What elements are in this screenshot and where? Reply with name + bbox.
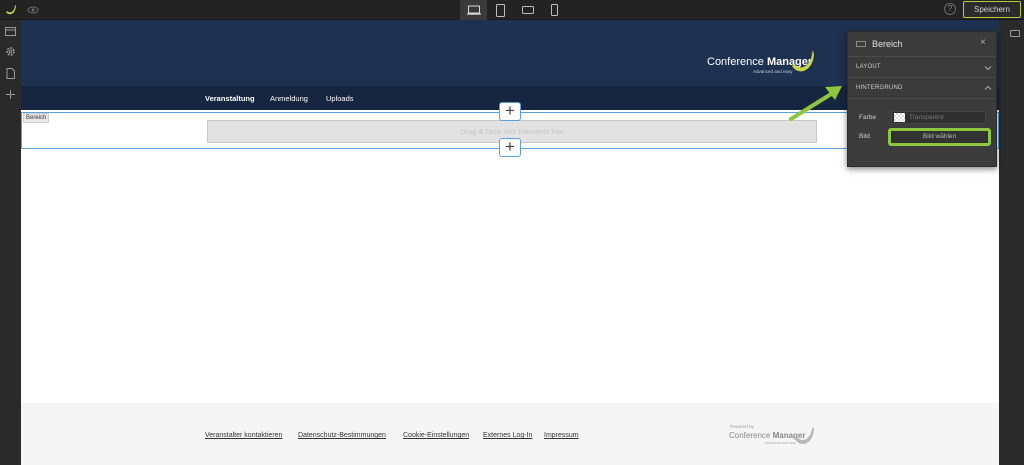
brand-tagline: Advanced and easy (753, 69, 793, 74)
tablet-landscape-icon (521, 6, 534, 14)
tablet-portrait-icon (496, 3, 505, 17)
device-phone[interactable] (541, 0, 568, 20)
settings-gear-icon[interactable] (5, 46, 16, 57)
nav-item-anmeldung[interactable]: Anmeldung (270, 94, 308, 103)
section-settings-panel: Bereich × LAYOUT HINTERGRUND Farbe Trans… (847, 31, 997, 167)
choose-image-button[interactable]: Bild wählen (888, 128, 991, 146)
desktop-icon (466, 5, 481, 15)
document-icon[interactable] (5, 68, 16, 79)
chevron-down-icon (984, 66, 992, 71)
section-panel-icon[interactable] (1010, 30, 1020, 37)
divider (848, 98, 996, 99)
banana-logo-icon (795, 427, 814, 445)
brand-light: Conference (707, 56, 767, 68)
right-sidebar (999, 20, 1024, 465)
help-icon[interactable]: ? (944, 3, 956, 15)
footer-link-external-login[interactable]: Externes Log-In (483, 432, 532, 439)
device-tablet-portrait[interactable] (487, 0, 514, 20)
add-section-above-button[interactable]: + (499, 102, 521, 121)
panel-title: Bereich (872, 39, 903, 49)
add-section-below-button[interactable]: + (499, 138, 521, 157)
footer-link-imprint[interactable]: Impressum (544, 432, 579, 439)
accordion-background-label: HINTERGRUND (856, 85, 903, 91)
pages-icon[interactable] (5, 26, 16, 37)
device-desktop[interactable] (460, 0, 487, 20)
footer-link-cookies[interactable]: Cookie-Einstellungen (403, 432, 469, 439)
highlight-arrow-icon (789, 86, 842, 121)
color-picker[interactable]: Transparent (891, 111, 986, 124)
section-label: Bereich (23, 113, 50, 123)
image-label: Bild (859, 133, 870, 140)
transparent-swatch (894, 113, 905, 122)
close-icon[interactable]: × (980, 38, 986, 48)
choose-image-label: Bild wählen (893, 132, 986, 142)
device-switcher (460, 0, 568, 20)
color-value: Transparent (909, 114, 944, 121)
section-icon (856, 41, 866, 47)
device-tablet-landscape[interactable] (514, 0, 541, 20)
accordion-layout[interactable]: LAYOUT (848, 56, 996, 77)
nav-item-uploads[interactable]: Uploads (326, 94, 354, 103)
nav-item-veranstaltung[interactable]: Veranstaltung (205, 94, 255, 103)
powered-by-label: Powered by (730, 424, 754, 429)
accordion-background[interactable]: HINTERGRUND (848, 77, 996, 98)
footer-brand-light: Conference (729, 431, 773, 440)
site-footer: Veranstalter kontaktieren Datenschutz-Be… (21, 403, 999, 465)
editor-app: ? Speichern Conference Manager Advanced (0, 0, 1024, 465)
left-sidebar (0, 20, 21, 465)
chevron-up-icon (984, 85, 992, 90)
save-button[interactable]: Speichern (963, 1, 1021, 18)
color-label: Farbe (859, 114, 876, 121)
add-icon[interactable] (5, 89, 16, 100)
eye-icon[interactable] (27, 4, 39, 16)
footer-tagline: Advanced and easy (765, 441, 796, 445)
phone-icon (551, 4, 558, 16)
panel-header: Bereich × (848, 32, 996, 56)
footer-link-privacy[interactable]: Datenschutz-Bestimmungen (298, 432, 386, 439)
banana-logo-icon[interactable] (4, 3, 18, 17)
footer-link-contact[interactable]: Veranstalter kontaktieren (205, 432, 282, 439)
accordion-layout-label: LAYOUT (856, 64, 881, 70)
top-toolbar: ? Speichern (0, 0, 1024, 20)
banana-logo-icon (792, 50, 814, 72)
